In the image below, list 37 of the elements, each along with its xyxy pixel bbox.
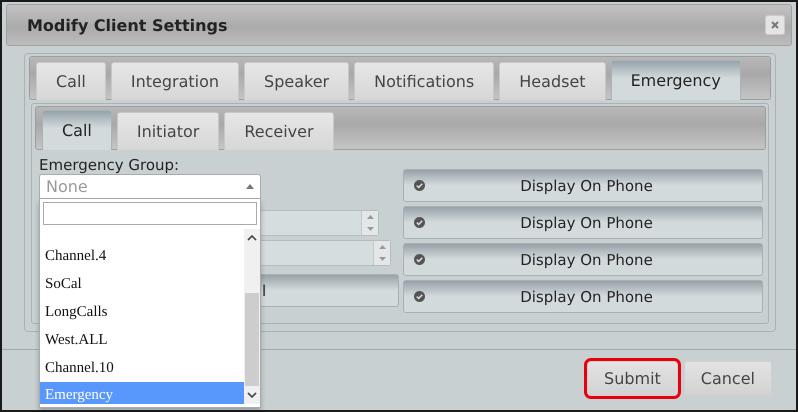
tab[interactable]: Notifications [354,62,494,100]
dialog-button[interactable]: Submit [587,361,678,396]
button-label: Display On Phone [519,250,654,268]
search-field[interactable] [43,202,257,225]
button-label: Display On Phone [519,176,654,194]
tab[interactable]: Call [36,62,106,100]
tab[interactable]: Receiver [224,112,334,150]
dropdown-option[interactable]: SoCal [40,270,244,299]
scroll-down-icon[interactable] [247,392,257,398]
dropdown-option[interactable]: Channel.4 [40,243,244,271]
button-label: Display On Phone [519,288,654,306]
select-value: None [46,177,88,196]
display-toggle[interactable]: Display On Phone [403,169,763,202]
spin-up-icon[interactable] [378,245,386,249]
tab[interactable]: Integration [110,62,240,100]
window-title: Modify Client Settings [27,16,228,34]
scroll-up-icon[interactable] [247,235,257,241]
scrollbar[interactable] [244,229,260,404]
dropdown-option[interactable]: Channel.10 [40,354,244,382]
tab[interactable]: Headset [499,62,606,100]
field-label: Emergency Group: [39,156,180,174]
close-icon [771,21,779,29]
button-label: Display On Phone [519,214,654,232]
display-toggle[interactable]: Display On Phone [403,243,763,276]
dialog-button[interactable]: Cancel [684,361,772,396]
spin-down-icon[interactable] [378,257,386,261]
spin-up-icon[interactable] [366,215,374,219]
tab[interactable]: Initiator [116,112,220,150]
spin-down-icon[interactable] [366,227,374,231]
dropdown-option[interactable]: LongCalls [40,298,244,326]
display-toggle[interactable]: Display On Phone [403,206,763,239]
close-button[interactable] [765,15,785,35]
tab[interactable]: Call [42,110,112,150]
tab[interactable]: Emergency [610,60,741,100]
dropdown-option[interactable]: West.ALL [40,326,244,354]
tab[interactable]: Speaker [244,62,350,100]
display-toggle[interactable]: Display On Phone [403,280,763,313]
